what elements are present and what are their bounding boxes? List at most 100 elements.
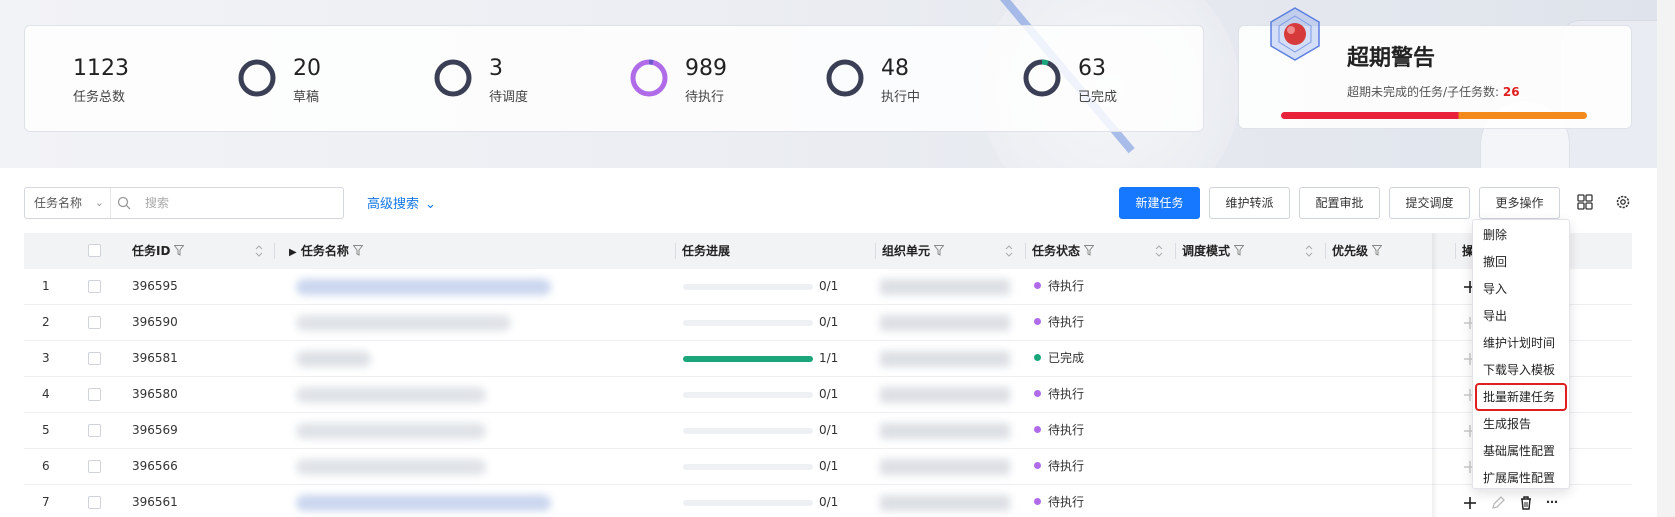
maintain-transfer-button[interactable]: 维护转派 — [1209, 187, 1290, 219]
stat-label: 草稿 — [293, 90, 320, 105]
sort-icon[interactable] — [1004, 244, 1014, 258]
progress-bar — [683, 464, 813, 470]
table-row[interactable]: 5 396569 0/1 待执行 — [24, 413, 1632, 449]
filter-icon[interactable] — [1234, 245, 1245, 256]
stat-label: 执行中 — [881, 90, 921, 105]
column-divider[interactable] — [1025, 243, 1026, 259]
ring-chart-icon — [238, 59, 276, 97]
task-name-redacted[interactable] — [296, 495, 551, 511]
advanced-search-toggle[interactable]: 高级搜索 ⌄ — [367, 193, 436, 212]
menu-item[interactable]: 基础属性配置 — [1477, 439, 1565, 463]
menu-item[interactable]: 下载导入模板 — [1477, 358, 1565, 382]
task-name-redacted[interactable] — [296, 279, 551, 295]
stat-label: 待调度 — [489, 90, 529, 105]
task-name-redacted[interactable] — [296, 387, 486, 403]
config-approve-button[interactable]: 配置审批 — [1299, 187, 1380, 219]
submit-schedule-button[interactable]: 提交调度 — [1389, 187, 1470, 219]
menu-item[interactable]: 批量新建任务 — [1475, 383, 1567, 411]
task-id[interactable]: 396580 — [132, 377, 178, 412]
alert-subtitle-text: 超期未完成的任务/子任务数: — [1347, 85, 1500, 99]
column-header-org-unit[interactable]: 组织单元 — [882, 233, 945, 269]
filter-icon[interactable] — [174, 245, 185, 256]
alert-title: 超期警告 — [1347, 46, 1436, 71]
new-task-button[interactable]: 新建任务 — [1119, 187, 1200, 219]
task-id[interactable]: 396569 — [132, 413, 178, 448]
column-header-label: 调度模式 — [1182, 244, 1231, 258]
row-checkbox[interactable] — [88, 388, 101, 401]
plus-icon[interactable] — [1462, 495, 1478, 511]
task-name-redacted[interactable] — [296, 315, 511, 331]
row-checkbox[interactable] — [88, 496, 101, 509]
table-row[interactable]: 1 396595 0/1 待执行 — [24, 269, 1632, 305]
org-unit-redacted — [880, 423, 1010, 439]
grid-view-icon[interactable] — [1576, 193, 1594, 211]
more-ops-button[interactable]: 更多操作 — [1479, 187, 1560, 219]
column-divider[interactable] — [1455, 243, 1456, 259]
trash-icon[interactable] — [1518, 495, 1534, 511]
column-header-priority[interactable]: 优先级 — [1332, 233, 1383, 269]
task-id[interactable]: 396595 — [132, 269, 178, 304]
row-checkbox[interactable] — [88, 424, 101, 437]
sort-icon[interactable] — [1304, 244, 1314, 258]
task-name-redacted[interactable] — [296, 459, 486, 475]
edit-icon[interactable] — [1490, 495, 1506, 511]
task-id[interactable]: 396581 — [132, 341, 178, 376]
filter-icon[interactable] — [1084, 245, 1095, 256]
task-id[interactable]: 396561 — [132, 485, 178, 517]
column-header-progress[interactable]: 任务进展 — [682, 233, 730, 269]
row-checkbox[interactable] — [88, 316, 101, 329]
sort-icon[interactable] — [254, 244, 264, 258]
menu-item[interactable]: 导出 — [1477, 304, 1565, 328]
table-row[interactable]: 6 396566 0/1 待执行 — [24, 449, 1632, 485]
column-divider[interactable] — [875, 243, 876, 259]
column-divider[interactable] — [1175, 243, 1176, 259]
menu-item[interactable]: 撤回 — [1477, 250, 1565, 274]
fixed-column-shadow — [1432, 233, 1438, 517]
filter-icon[interactable] — [1372, 245, 1383, 256]
column-header-label: 任务ID — [132, 244, 171, 258]
table-row[interactable]: 2 396590 0/1 待执行 — [24, 305, 1632, 341]
column-header-label: 组织单元 — [882, 244, 931, 258]
sort-icon[interactable] — [1154, 244, 1164, 258]
column-header-status[interactable]: 任务状态 — [1032, 233, 1095, 269]
task-id[interactable]: 396590 — [132, 305, 178, 340]
progress-text: 0/1 — [819, 423, 839, 437]
search-field-select[interactable]: 任务名称 ⌄ — [25, 188, 111, 218]
column-header-task-id[interactable]: 任务ID — [132, 233, 185, 269]
stat-value: 20 — [293, 56, 321, 81]
gear-icon[interactable] — [1614, 193, 1632, 211]
menu-item[interactable]: 维护计划时间 — [1477, 331, 1565, 355]
column-header-schedule-mode[interactable]: 调度模式 — [1182, 233, 1245, 269]
expand-icon[interactable]: ▶ — [289, 247, 297, 258]
task-name-redacted[interactable] — [296, 351, 371, 367]
ring-chart-icon — [630, 59, 668, 97]
status-dot-icon — [1034, 498, 1041, 505]
column-header-task-name[interactable]: ▶ 任务名称 — [289, 233, 363, 269]
status-text: 已完成 — [1048, 351, 1085, 365]
task-name-redacted[interactable] — [296, 423, 486, 439]
filter-icon[interactable] — [934, 245, 945, 256]
progress-bar — [683, 392, 813, 398]
row-checkbox[interactable] — [88, 352, 101, 365]
table-row[interactable]: 4 396580 0/1 待执行 — [24, 377, 1632, 413]
menu-item[interactable]: 扩展属性配置 — [1477, 466, 1565, 490]
menu-item[interactable]: 生成报告 — [1477, 412, 1565, 436]
menu-item[interactable]: 导入 — [1477, 277, 1565, 301]
select-all-checkbox[interactable] — [88, 244, 101, 257]
page-scrollbar[interactable] — [1657, 0, 1675, 517]
column-divider[interactable] — [675, 243, 676, 259]
status-text: 待执行 — [1048, 279, 1085, 293]
row-checkbox[interactable] — [88, 460, 101, 473]
column-divider[interactable] — [1325, 243, 1326, 259]
filter-icon[interactable] — [352, 245, 363, 256]
menu-item[interactable]: 删除 — [1477, 223, 1565, 247]
task-id[interactable]: 396566 — [132, 449, 178, 484]
table-row[interactable]: 7 396561 0/1 待执行 ⋯ — [24, 485, 1632, 517]
row-index: 2 — [42, 315, 50, 329]
row-checkbox[interactable] — [88, 280, 101, 293]
column-divider[interactable] — [274, 243, 275, 259]
search-input[interactable] — [145, 192, 335, 214]
table-row[interactable]: 3 396581 1/1 已完成 — [24, 341, 1632, 377]
progress-text: 0/1 — [819, 459, 839, 473]
progress-bar — [683, 500, 813, 506]
